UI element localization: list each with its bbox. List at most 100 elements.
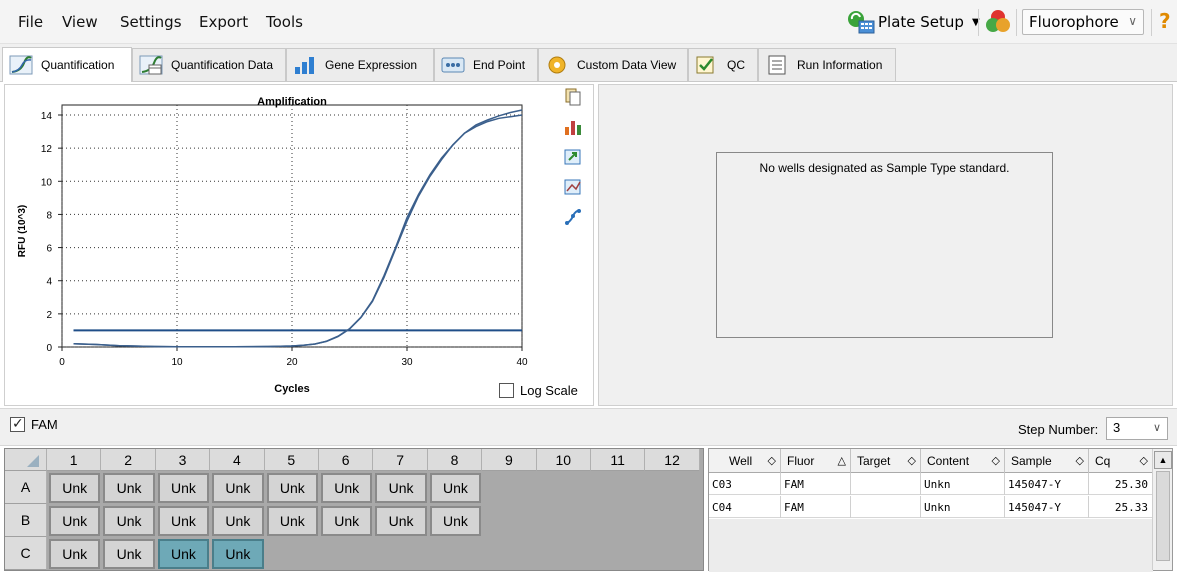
plate-column-header[interactable]: 5 <box>264 449 319 471</box>
plate-well[interactable]: Unk <box>157 473 210 503</box>
plate-well[interactable]: Unk <box>157 539 210 569</box>
puzzle-icon <box>548 56 566 74</box>
quant-data-icon <box>139 55 163 75</box>
table-row[interactable]: C04 FAM Unkn 145047-Y 25.33 <box>709 496 1153 518</box>
plate-well[interactable]: Unk <box>212 506 264 536</box>
log-scale-checkbox[interactable] <box>499 383 514 398</box>
plate-row-header[interactable]: B <box>5 504 47 537</box>
scroll-up-icon[interactable]: ▲ <box>1154 451 1172 469</box>
sort-icon[interactable]: ◇ <box>1076 454 1084 467</box>
plate-well[interactable]: Unk <box>49 473 101 503</box>
results-table: Well ◇ Fluor △ Target ◇ Content ◇ Sample ◇ Cq ◇ C03… <box>708 448 1173 572</box>
results-scrollbar[interactable]: ▲ <box>1152 449 1172 570</box>
fam-toggle[interactable]: FAM <box>10 415 58 432</box>
curve-style-icon[interactable] <box>563 207 583 227</box>
plate-column-header[interactable]: 9 <box>482 449 537 471</box>
table-cell: 145047-Y <box>1005 496 1089 518</box>
plate-column-header[interactable]: 7 <box>373 449 428 471</box>
menu-settings[interactable]: Settings <box>120 13 182 31</box>
log-scale-toggle[interactable]: Log Scale <box>499 383 578 398</box>
standard-curve-message-box: No wells designated as Sample Type stand… <box>716 152 1053 338</box>
plate-column-header[interactable]: 1 <box>47 449 102 471</box>
tab-custom-data-view[interactable]: Custom Data View <box>538 48 688 81</box>
column-header-sample[interactable]: Sample ◇ <box>1005 449 1089 473</box>
column-header-well[interactable]: Well ◇ <box>709 449 781 473</box>
plate-column-header[interactable]: 4 <box>210 449 265 471</box>
y-tick-label: 8 <box>46 210 52 221</box>
column-header-cq[interactable]: Cq ◇ <box>1089 449 1153 473</box>
y-tick-label: 0 <box>46 343 52 354</box>
plate-grid: 1 2 3 4 5 6 7 8 9 10 11 12 A Unk Unk Unk Unk Unk Unk Unk Unk… <box>4 448 704 571</box>
step-number-select[interactable]: 3 ∨ <box>1106 417 1168 440</box>
plate-well[interactable]: Unk <box>212 539 264 569</box>
column-header-label: Fluor <box>787 454 815 468</box>
plate-well[interactable]: Unk <box>103 473 155 503</box>
help-icon[interactable]: ? <box>1159 9 1171 33</box>
menu-view[interactable]: View <box>62 13 98 31</box>
x-tick-label: 20 <box>286 357 298 368</box>
fluorophore-select[interactable]: Fluorophore ∨ <box>1022 9 1144 35</box>
plate-well[interactable]: Unk <box>157 506 210 536</box>
tab-quantification[interactable]: Quantification <box>2 47 132 82</box>
menu-export[interactable]: Export <box>199 13 248 31</box>
plate-well[interactable]: Unk <box>429 506 482 536</box>
bar-chart-icon <box>295 57 314 74</box>
toolbar-separator <box>1016 9 1017 36</box>
chart-settings-icon[interactable] <box>563 117 583 137</box>
plate-column-header[interactable]: 10 <box>536 449 591 471</box>
export-chart-icon[interactable] <box>563 147 583 167</box>
sort-icon[interactable]: ◇ <box>1140 454 1148 467</box>
zoom-chart-icon[interactable] <box>563 177 583 197</box>
plate-well[interactable]: Unk <box>212 473 264 503</box>
column-header-fluor[interactable]: Fluor △ <box>781 449 851 473</box>
menu-tools[interactable]: Tools <box>266 13 303 31</box>
copy-icon[interactable] <box>563 87 583 107</box>
plate-well[interactable]: Unk <box>49 506 101 536</box>
plate-column-header[interactable]: 6 <box>319 449 374 471</box>
plate-well[interactable]: Unk <box>375 506 427 536</box>
plate-well[interactable]: Unk <box>103 539 155 569</box>
plate-column-header[interactable]: 11 <box>591 449 646 471</box>
menu-file[interactable]: File <box>18 13 43 31</box>
table-row[interactable]: C03 FAM Unkn 145047-Y 25.30 <box>709 473 1153 495</box>
tab-label: Custom Data View <box>577 58 677 72</box>
tab-run-information[interactable]: Run Information <box>758 48 896 81</box>
sort-icon[interactable]: ◇ <box>992 454 1000 467</box>
table-cell: Unkn <box>921 496 1005 518</box>
y-tick-label: 2 <box>46 310 52 321</box>
tab-gene-expression[interactable]: Gene Expression <box>286 48 434 81</box>
plate-column-header[interactable]: 12 <box>645 449 700 471</box>
plate-well[interactable]: Unk <box>49 539 101 569</box>
plate-well[interactable]: Unk <box>321 506 373 536</box>
fam-checkbox[interactable] <box>10 415 25 432</box>
y-tick-label: 4 <box>46 277 52 288</box>
plate-well[interactable]: Unk <box>266 506 318 536</box>
plate-row-header[interactable]: A <box>5 471 47 504</box>
plate-well[interactable]: Unk <box>103 506 155 536</box>
tab-end-point[interactable]: End Point <box>434 48 538 81</box>
plate-column-header[interactable]: 2 <box>101 449 156 471</box>
column-header-content[interactable]: Content ◇ <box>921 449 1005 473</box>
plate-row-header[interactable]: C <box>5 537 47 570</box>
plate-column-header[interactable]: 3 <box>155 449 211 471</box>
sort-icon[interactable]: ◇ <box>768 454 776 467</box>
x-tick-label: 0 <box>59 357 65 368</box>
sort-icon[interactable]: ◇ <box>908 454 916 467</box>
plate-well[interactable]: Unk <box>266 473 318 503</box>
plate-corner-select-all[interactable] <box>5 449 47 471</box>
plate-well[interactable]: Unk <box>429 473 482 503</box>
y-tick-label: 6 <box>46 244 52 255</box>
y-tick-label: 14 <box>41 111 53 122</box>
x-axis-label: Cycles <box>274 383 309 395</box>
tab-quantification-data[interactable]: Quantification Data <box>132 48 286 81</box>
column-header-target[interactable]: Target ◇ <box>851 449 921 473</box>
tab-qc[interactable]: QC <box>688 48 758 81</box>
scrollbar-thumb[interactable] <box>1156 471 1170 561</box>
plate-well[interactable]: Unk <box>375 473 427 503</box>
color-picker-button[interactable] <box>984 8 1012 36</box>
sort-icon[interactable]: △ <box>838 454 846 467</box>
plate-setup-button[interactable]: Plate Setup ▼ <box>846 8 980 36</box>
plate-well[interactable]: Unk <box>321 473 373 503</box>
table-cell: 25.33 <box>1089 496 1153 518</box>
plate-column-header[interactable]: 8 <box>427 449 483 471</box>
